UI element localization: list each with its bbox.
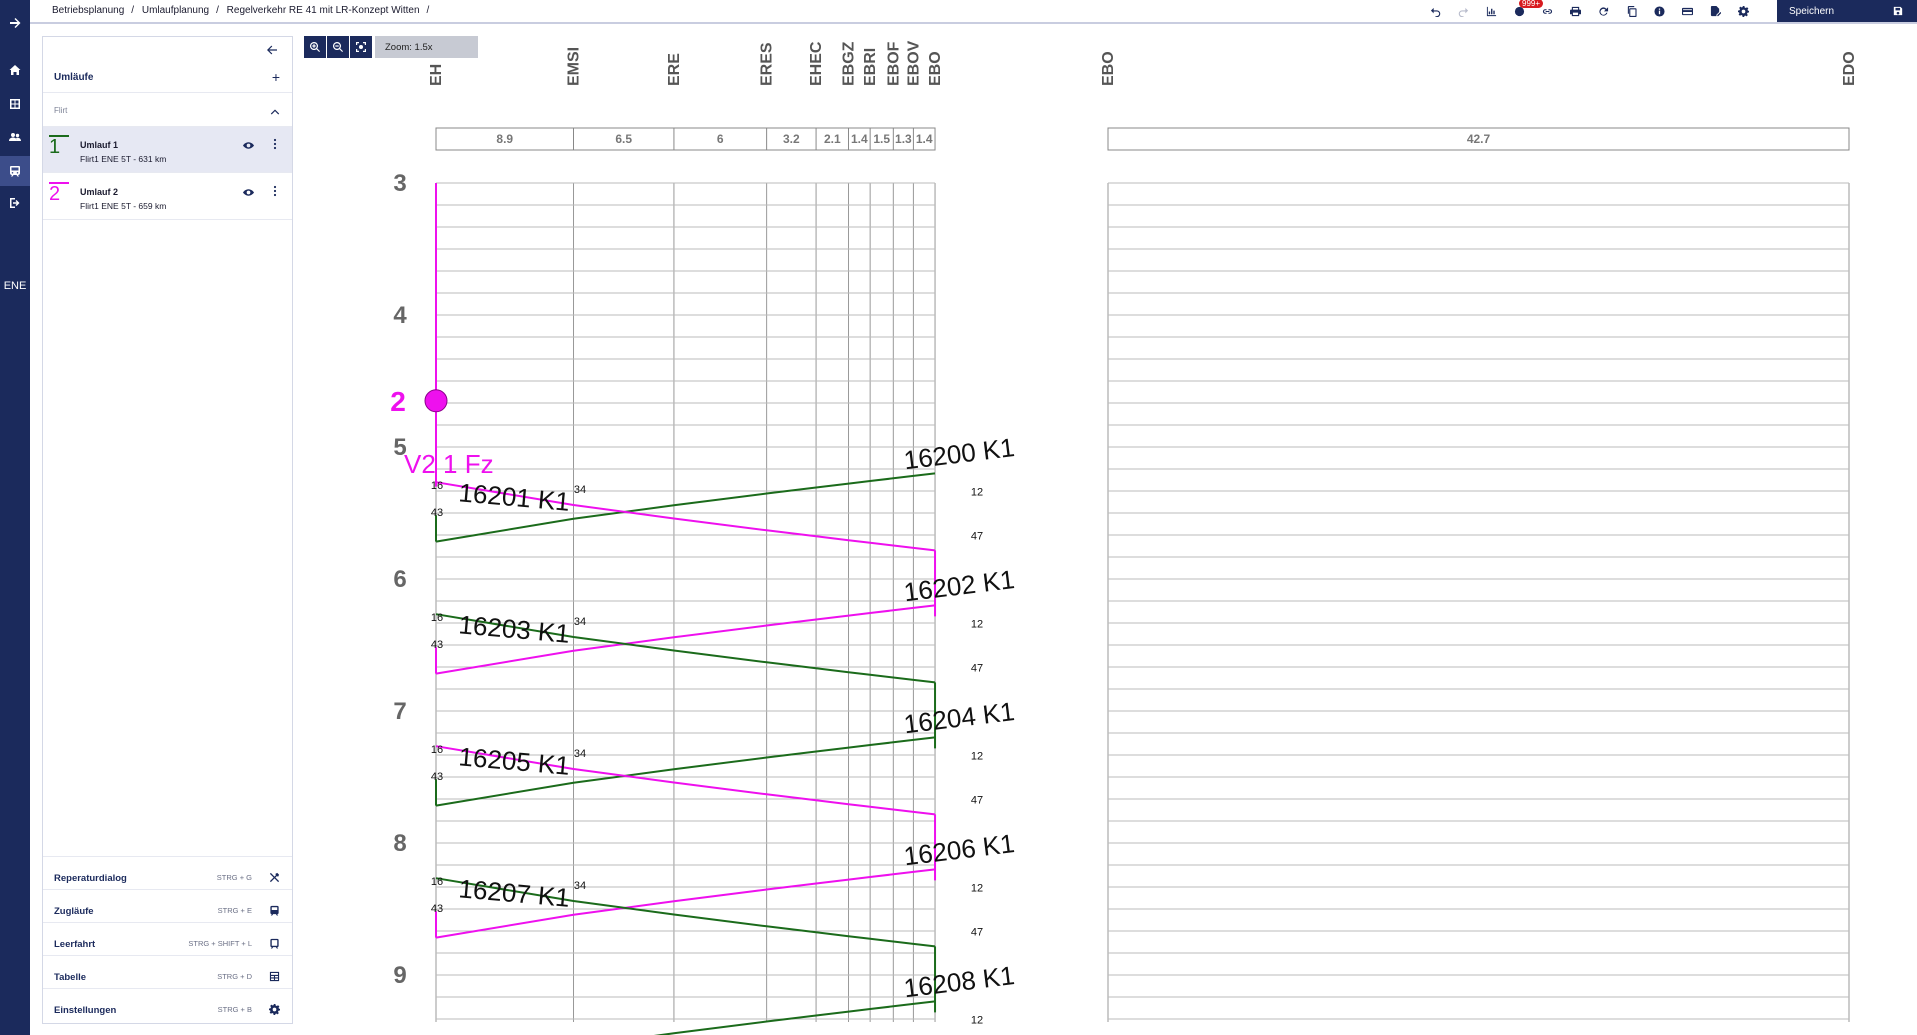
hour-label: 6 — [393, 566, 406, 593]
hour-label: 8 — [393, 830, 406, 857]
distance-label: 1.4 — [851, 132, 868, 146]
minute-label: 12 — [971, 486, 983, 498]
station-label: EBOF — [885, 41, 902, 86]
hour-label: 7 — [393, 698, 406, 725]
umlauf2-marker — [424, 389, 448, 413]
train-label: 16207 K1 — [457, 873, 571, 913]
station-label: ERES — [759, 42, 776, 86]
distance-label: 42.7 — [1467, 132, 1491, 146]
station-label: EBO — [1100, 51, 1117, 86]
app-root: ENE Betriebsplanung / Umlaufplanung / Rege… — [0, 0, 1917, 1035]
distance-label: 8.9 — [496, 132, 513, 146]
minute-label: 16 — [431, 744, 443, 756]
station-label: EH — [428, 64, 445, 86]
station-label: EMSI — [566, 47, 583, 86]
minute-label: 34 — [574, 616, 586, 628]
minute-label: 47 — [971, 530, 983, 542]
minute-label: 34 — [574, 748, 586, 760]
train-label: 16205 K1 — [457, 741, 571, 781]
distance-label: 1.4 — [916, 132, 933, 146]
distance-label: 2.1 — [824, 132, 841, 146]
train-label: 16204 K1 — [902, 696, 1016, 739]
train-label: 16203 K1 — [457, 609, 571, 649]
minute-label: 43 — [431, 903, 443, 915]
hour-label: 9 — [393, 962, 406, 989]
train-label: 16208 K1 — [902, 960, 1016, 1003]
station-label: EBOV — [905, 40, 922, 86]
marker-label: 2 — [390, 386, 406, 417]
annotation-label: V2 1 Fz — [404, 449, 494, 479]
minute-label: 43 — [431, 507, 443, 519]
train-label: 16201 K1 — [457, 477, 571, 517]
train-label: 16206 K1 — [902, 828, 1016, 871]
station-label: ERE — [666, 53, 683, 86]
train-path — [653, 1000, 936, 1035]
hour-label: 4 — [393, 302, 407, 329]
station-label: EBGZ — [841, 41, 858, 86]
hour-label: 3 — [393, 170, 406, 197]
station-label: EDO — [1841, 51, 1858, 86]
minute-label: 12 — [971, 618, 983, 630]
distance-label: 6.5 — [615, 132, 632, 146]
minute-label: 16 — [431, 876, 443, 888]
chart-toolbar: Zoom: 1.5x — [304, 36, 478, 58]
distance-label: 6 — [717, 132, 724, 146]
minute-label: 34 — [574, 880, 586, 892]
minute-label: 47 — [971, 662, 983, 674]
zoom-level-label: Zoom: 1.5x — [375, 36, 478, 58]
minute-label: 43 — [431, 771, 443, 783]
distance-label: 1.3 — [895, 132, 912, 146]
train-label: 16200 K1 — [902, 432, 1016, 475]
minute-label: 34 — [574, 484, 586, 496]
minute-label: 47 — [971, 926, 983, 938]
distance-label: 3.2 — [783, 132, 800, 146]
zoom-fit-icon[interactable] — [350, 36, 372, 58]
distance-label: 1.5 — [873, 132, 890, 146]
station-label: EBRI — [862, 48, 879, 86]
minute-label: 12 — [971, 750, 983, 762]
station-label: EHEC — [808, 41, 825, 86]
minute-label: 43 — [431, 639, 443, 651]
zoom-in-icon[interactable] — [304, 36, 326, 58]
minute-label: 12 — [971, 1014, 983, 1026]
minute-label: 16 — [431, 612, 443, 624]
minute-label: 16 — [431, 480, 443, 492]
station-label: EBO — [927, 51, 944, 86]
minute-label: 47 — [971, 794, 983, 806]
train-label: 16202 K1 — [902, 564, 1016, 607]
minute-label: 12 — [971, 882, 983, 894]
zoom-out-icon[interactable] — [327, 36, 349, 58]
graphical-timetable[interactable]: EH EMSI ERE ERES EHEC EBGZ EBRI EBOF EBOV EBO EBO E… — [0, 0, 1917, 1035]
